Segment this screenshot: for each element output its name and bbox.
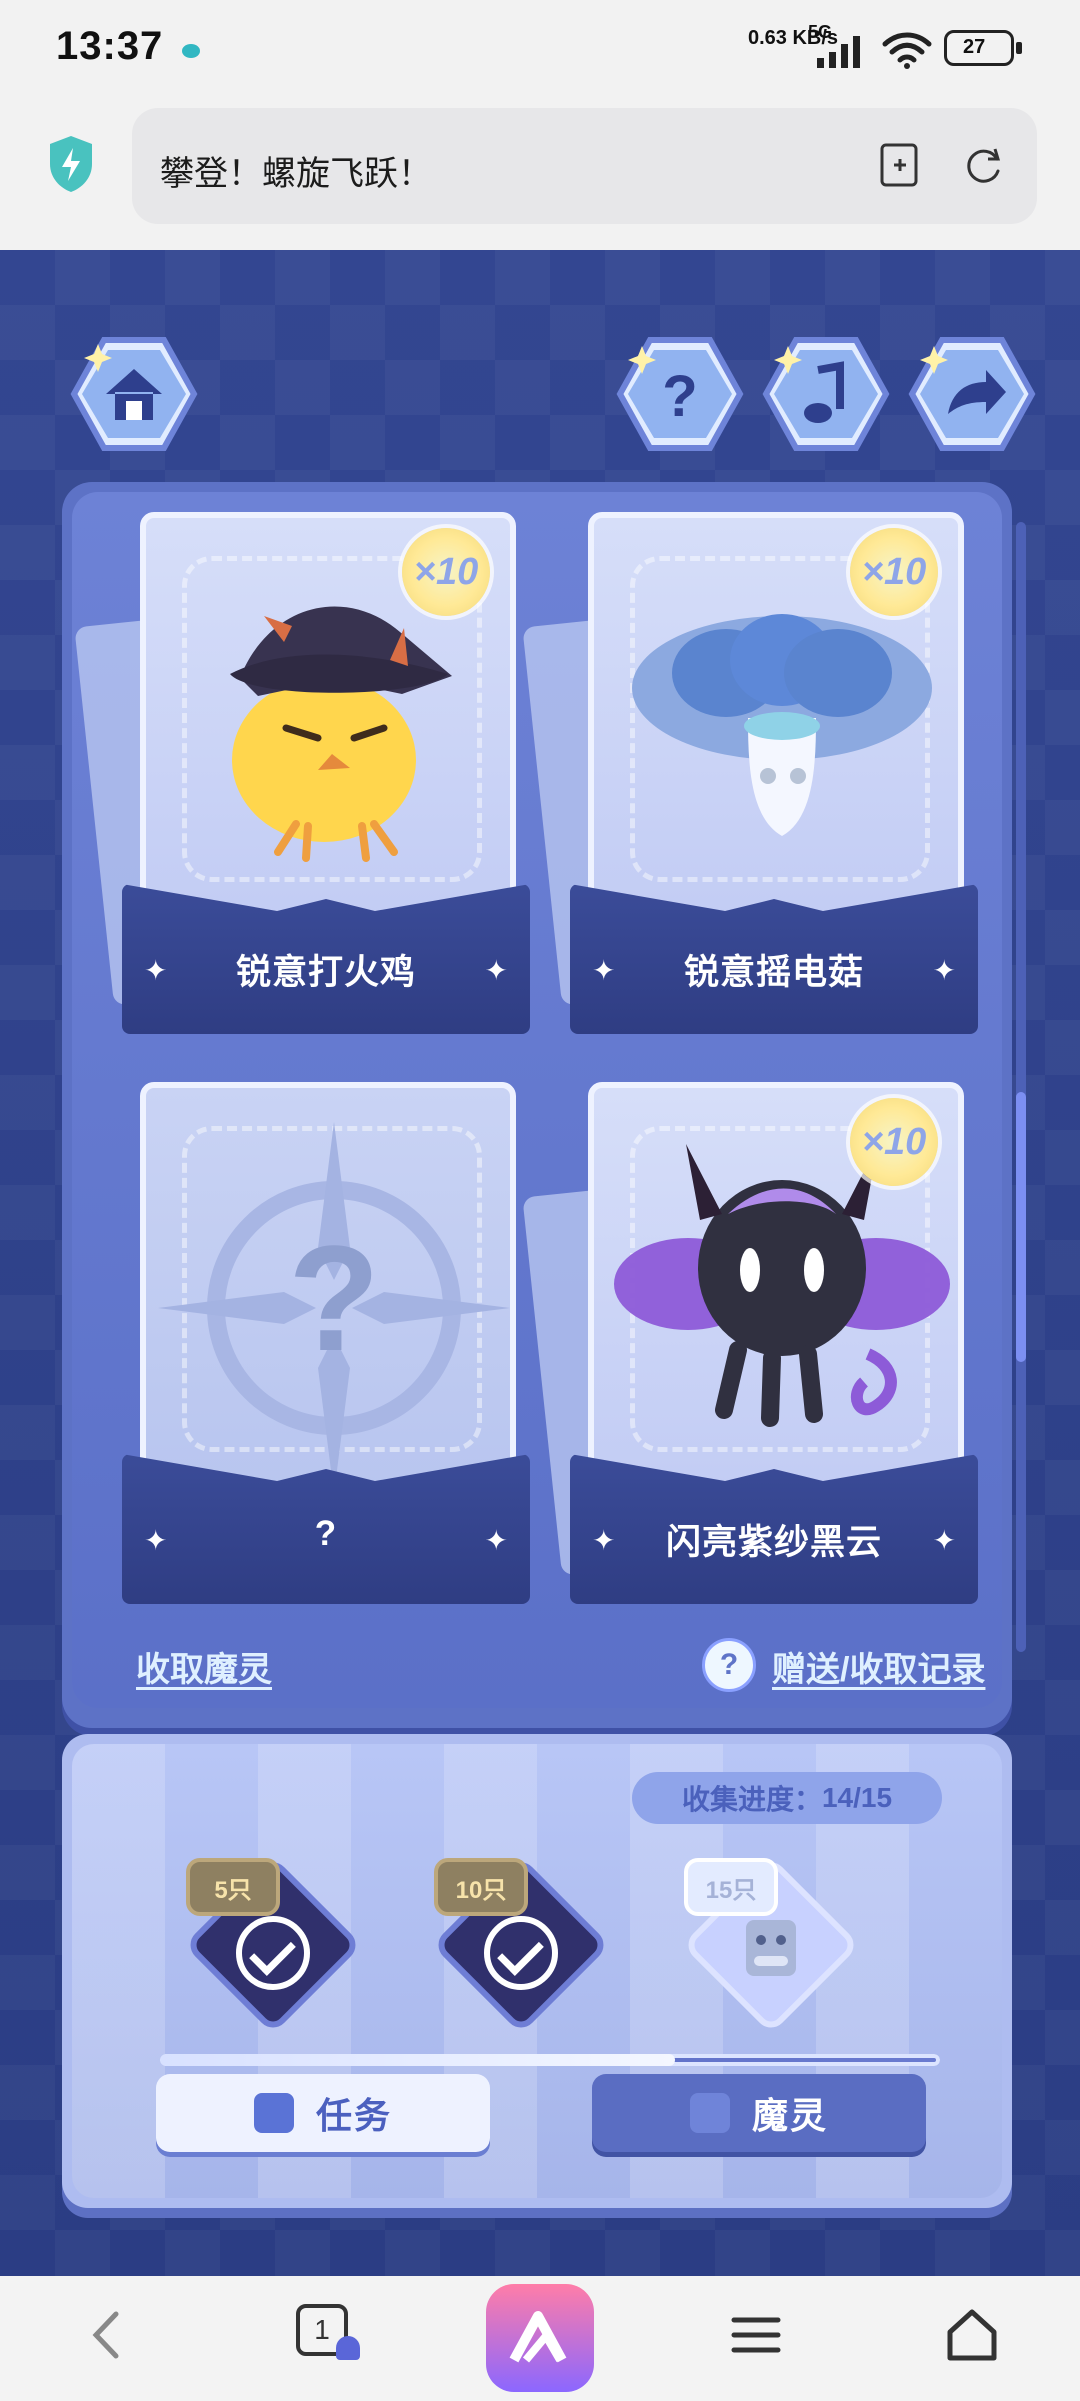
question-mark-icon: ?: [288, 1214, 380, 1382]
url-field[interactable]: 攀登！螺旋飞跃！: [132, 108, 1037, 224]
game-canvas: ? ×10 ✦ 锐意打火鸡 ✦ ×10 ✦ 锐意摇电菇 ✦ ? ✦ ? ✦ ×1…: [0, 250, 1080, 2276]
ghost-icon: [336, 2336, 360, 2360]
sparkle-icon: ✦: [484, 955, 508, 986]
collect-spirit-link[interactable]: 收取魔灵: [136, 1642, 272, 1691]
quantity-badge: ×10: [850, 1098, 938, 1186]
record-help-icon[interactable]: ?: [702, 1638, 756, 1692]
spirit-card[interactable]: ×10 ✦ 锐意打火鸡 ✦: [74, 512, 530, 1037]
spirit-panel: ×10 ✦ 锐意打火鸡 ✦ ×10 ✦ 锐意摇电菇 ✦ ? ✦ ? ✦ ×10 …: [62, 482, 1026, 1728]
card-art-frame: ?: [140, 1082, 516, 1500]
folder-add-icon: [689, 2093, 730, 2133]
home-nav-icon[interactable]: [944, 2306, 1000, 2364]
spirit-button[interactable]: 魔灵: [592, 2074, 926, 2152]
card-name-bar: ✦ ? ✦: [122, 1454, 530, 1604]
check-icon: [236, 1916, 310, 1990]
milestone-5[interactable]: 5只: [183, 1855, 363, 2058]
collection-progress-fill: [160, 2054, 675, 2066]
collection-panel: 收集进度： 14/15 5只 10只 15只 任务 魔灵: [62, 1734, 1012, 2208]
music-button[interactable]: [762, 334, 890, 454]
sparkle-icon: ✦: [932, 1525, 956, 1556]
gift-record-link[interactable]: 赠送/收取记录: [772, 1642, 985, 1691]
share-button[interactable]: [908, 334, 1036, 454]
scrollbar-thumb[interactable]: [1016, 1092, 1026, 1362]
signal-icon: [817, 36, 860, 68]
bookmark-add-icon[interactable]: [876, 140, 926, 190]
sparkle-icon: ✦: [932, 955, 956, 986]
quantity-badge: ×10: [402, 528, 490, 616]
card-name-bar: ✦ 锐意摇电菇 ✦: [570, 884, 978, 1034]
music-note-icon: [804, 403, 832, 423]
wifi-icon: [882, 32, 932, 69]
app-center-button[interactable]: [486, 2284, 594, 2392]
notification-dot: [182, 44, 200, 58]
browser-address-bar: 攀登！螺旋飞跃！: [0, 104, 1080, 250]
question-icon: ?: [662, 364, 697, 429]
status-time: 13:37: [56, 24, 164, 68]
locked-spirit-card[interactable]: ? ✦ ? ✦: [122, 1082, 530, 1607]
help-button[interactable]: ?: [616, 334, 744, 454]
milestone-tag: 5只: [186, 1858, 280, 1916]
check-icon: [484, 1916, 558, 1990]
spirit-card[interactable]: ×10 ✦ 闪亮紫纱黑云 ✦: [522, 1082, 978, 1607]
menu-icon[interactable]: [730, 2306, 782, 2364]
back-icon[interactable]: [86, 2306, 126, 2364]
scrollbar[interactable]: [1016, 522, 1026, 1652]
home-button[interactable]: [70, 334, 198, 454]
battery-icon: 27: [944, 30, 1022, 66]
locked-card-art: ?: [158, 1122, 510, 1494]
card-name: 锐意打火鸡: [235, 953, 416, 992]
quantity-badge: ×10: [850, 528, 938, 616]
spirit-card[interactable]: ×10 ✦ 锐意摇电菇 ✦: [522, 512, 978, 1037]
milestone-15[interactable]: 15只: [681, 1855, 861, 2058]
collection-progress-bar: [160, 2054, 940, 2066]
collection-panel-inner: 收集进度： 14/15 5只 10只 15只 任务 魔灵: [72, 1744, 1002, 2198]
reload-icon[interactable]: [958, 140, 1008, 190]
sparkle-icon: ✦: [484, 1525, 508, 1556]
card-name: ?: [314, 1514, 338, 1553]
milestone-tag: 10只: [434, 1858, 528, 1916]
card-art-frame: ×10: [588, 512, 964, 930]
card-name-bar: ✦ 锐意打火鸡 ✦: [122, 884, 530, 1034]
task-button[interactable]: 任务: [156, 2074, 490, 2152]
status-bar: 13:37 0.63 KB/s 5G 27: [0, 0, 1080, 104]
app-logo-icon: [509, 2311, 567, 2363]
card-name: 锐意摇电菇: [683, 953, 864, 992]
card-name: 闪亮紫纱黑云: [665, 1523, 882, 1562]
milestone-10[interactable]: 10只: [431, 1855, 611, 2058]
card-name-bar: ✦ 闪亮紫纱黑云 ✦: [570, 1454, 978, 1604]
card-art-frame: ×10: [140, 512, 516, 930]
spirit-panel-inner: ×10 ✦ 锐意打火鸡 ✦ ×10 ✦ 锐意摇电菇 ✦ ? ✦ ? ✦ ×10 …: [72, 492, 1002, 1708]
shield-icon[interactable]: [42, 132, 100, 196]
collection-progress: 收集进度： 14/15: [632, 1772, 942, 1824]
url-text: 攀登！螺旋飞跃！: [160, 155, 432, 193]
task-icon: [253, 2093, 294, 2133]
milestone-tag: 15只: [684, 1858, 778, 1916]
card-art-frame: ×10: [588, 1082, 964, 1500]
browser-nav-bar: 1: [0, 2276, 1080, 2401]
